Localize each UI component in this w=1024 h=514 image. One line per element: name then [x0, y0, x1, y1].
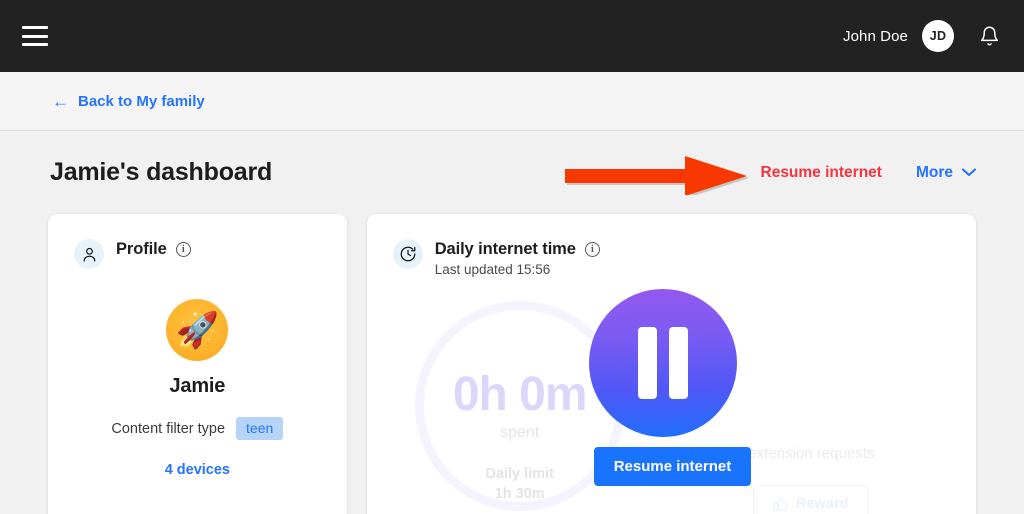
hamburger-line [22, 43, 48, 46]
top-navigation-bar: John Doe JD [0, 0, 1024, 72]
time-card-titles: Daily internet time i Last updated 15:56 [435, 238, 600, 277]
more-label: More [915, 163, 953, 181]
info-icon[interactable]: i [175, 242, 191, 257]
devices-link[interactable]: 4 devices [165, 462, 230, 478]
more-dropdown[interactable]: More [916, 164, 976, 182]
chevron-down-icon [962, 168, 976, 177]
time-card-title: Daily internet time [434, 240, 576, 258]
hamburger-line [22, 34, 48, 38]
resume-internet-link[interactable]: Resume internet [761, 164, 882, 182]
child-name: Jamie [169, 375, 226, 397]
time-card-body: 0h 0m spent Daily limit 1h 30m screen ti… [367, 277, 976, 514]
hamburger-menu-icon[interactable] [22, 26, 48, 46]
person-icon [74, 239, 104, 269]
time-card-title-row: Daily internet time i [435, 240, 600, 259]
profile-card: Profile i 🚀 Jamie Content filter type te… [48, 214, 347, 514]
page-header-actions: Resume internet More [761, 164, 976, 182]
breadcrumb: ← Back to My family [0, 72, 1024, 131]
child-avatar: 🚀 [166, 299, 229, 361]
arrow-left-icon: ← [52, 91, 69, 111]
pause-bar [668, 327, 688, 399]
user-name-label: John Doe [842, 27, 908, 45]
topbar-right-group: John Doe JD [843, 20, 1004, 52]
profile-card-titles: Profile i [116, 238, 191, 259]
rocket-icon: 🚀 [175, 310, 220, 350]
back-link-label: Back to My family [78, 92, 205, 110]
reward-button-label: Reward [795, 496, 849, 512]
page-header: Jamie's dashboard Resume internet More [0, 131, 1024, 214]
reward-button[interactable]: Reward [752, 485, 869, 514]
daily-internet-time-card: Daily internet time i Last updated 15:56… [366, 214, 976, 514]
clock-history-icon [392, 239, 423, 269]
back-to-my-family-link[interactable]: ← Back to My family [52, 93, 205, 110]
content-filter-label: Content filter type [111, 420, 226, 437]
pause-bar [637, 327, 657, 399]
dashboard-cards: Profile i 🚀 Jamie Content filter type te… [0, 214, 1024, 514]
daily-limit-value: 1h 30m [494, 486, 545, 502]
profile-card-header: Profile i [48, 214, 347, 269]
time-card-header: Daily internet time i Last updated 15:56 [367, 214, 976, 277]
hamburger-line [22, 26, 48, 29]
profile-card-title-row: Profile i [116, 240, 191, 259]
bell-icon[interactable] [974, 21, 1004, 51]
pause-icon[interactable] [588, 289, 737, 437]
time-spent-label: spent [500, 424, 540, 441]
resume-internet-button[interactable]: Resume internet [593, 447, 752, 486]
page-title: Jamie's dashboard [50, 158, 273, 186]
avatar[interactable]: JD [922, 20, 954, 52]
profile-card-body: 🚀 Jamie Content filter type teen 4 devic… [48, 269, 347, 478]
content-filter-badge[interactable]: teen [236, 417, 284, 440]
last-updated-label: Last updated 15:56 [434, 262, 551, 277]
content-filter-row: Content filter type teen [111, 417, 284, 440]
thumbs-up-icon [773, 496, 788, 512]
info-icon[interactable]: i [584, 242, 600, 257]
profile-card-title: Profile [116, 240, 167, 258]
